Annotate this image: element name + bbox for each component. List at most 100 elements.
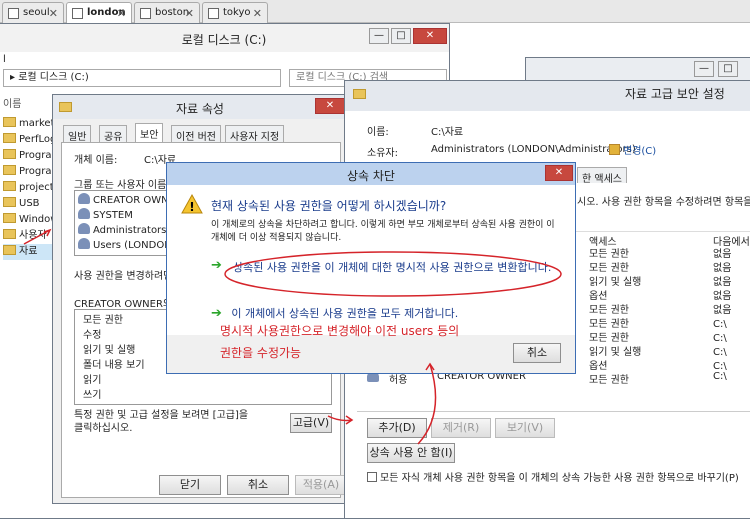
advanced-titlebar: 자료 고급 보안 설정	[345, 81, 750, 111]
list-item[interactable]: 자료	[3, 244, 53, 260]
tab-general[interactable]: 일반	[63, 125, 92, 143]
properties-titlebar: 자료 속성 ✕	[53, 95, 347, 119]
close-icon[interactable]: ✕	[253, 7, 262, 20]
list-item[interactable]: PerfLogs	[3, 132, 53, 148]
shield-icon	[609, 144, 620, 155]
convert-inherited-option[interactable]: ➔ 상속된 사용 권한을 이 개체에 대한 명시적 사용 권한으로 변환합니다.	[211, 258, 563, 298]
add-button[interactable]: 추가(D)	[367, 418, 427, 438]
change-permissions-text: 사용 권한을 변경하려면	[74, 271, 173, 282]
table-row[interactable]: 모든 권한 C:\	[589, 331, 750, 345]
folder-icon	[3, 197, 16, 207]
list-item[interactable]: 사용자	[3, 228, 53, 244]
table-row[interactable]: 옵션 없음	[589, 289, 750, 303]
modal-cancel-button[interactable]: 취소	[513, 343, 561, 363]
table-row[interactable]: 읽기 및 실행 C:\	[589, 345, 750, 359]
annotation-note-line1: 명시적 사용권한으로 변경해야 이전 users 등의	[220, 324, 460, 338]
table-row[interactable]: 모든 권한 없음	[589, 303, 750, 317]
browser-tab-strip: seoul ✕ london ✕ boston ✕ tokyo ✕	[0, 0, 750, 23]
replace-child-permissions[interactable]: 모든 자식 개체 사용 권한 항목을 이 개체의 상속 가능한 사용 권한 항목…	[367, 469, 750, 484]
folder-list: marketing PerfLogs Program Program proje…	[3, 116, 53, 260]
list-item[interactable]: project	[3, 180, 53, 196]
tab-security[interactable]: 보안	[135, 123, 164, 142]
folder-icon	[3, 213, 16, 223]
user-icon	[78, 193, 90, 204]
name-value: C:\자료	[431, 127, 464, 138]
close-icon[interactable]: ✕	[117, 7, 126, 20]
explorer-titlebar: 로컬 디스크 (C:) — □ ✕	[0, 24, 449, 52]
folder-icon	[3, 229, 16, 239]
table-row[interactable]: 모든 권한 C:\	[589, 317, 750, 331]
vm-icon	[208, 8, 219, 19]
folder-icon	[3, 165, 16, 175]
list-item[interactable]: marketing	[3, 116, 53, 132]
column-access[interactable]: 액세스	[589, 233, 617, 248]
list-item[interactable]: USB	[3, 196, 53, 212]
tab-customize[interactable]: 사용자 지정	[225, 125, 285, 143]
svg-text:!: !	[189, 200, 194, 214]
table-row[interactable]: 모든 권한 없음	[589, 261, 750, 275]
user-icon	[78, 238, 90, 249]
explorer-menu-remnant: ⅼ	[3, 54, 6, 65]
remove-button[interactable]: 제거(R)	[431, 418, 491, 438]
name-label: 이름:	[367, 127, 389, 138]
view-button[interactable]: 보기(V)	[495, 418, 555, 438]
vm-icon	[72, 8, 83, 19]
ok-button[interactable]: 닫기	[159, 475, 221, 495]
remove-inherited-option[interactable]: ➔ 이 개체에서 상속된 사용 권한을 모두 제거합니다.	[211, 305, 563, 321]
tab-previous-versions[interactable]: 이전 버전	[171, 125, 221, 143]
column-inherited-from[interactable]: 다음에서	[713, 233, 750, 248]
folder-icon	[3, 181, 16, 191]
list-item[interactable]: Windows	[3, 212, 53, 228]
advanced-help-text: 특정 권한 및 고급 설정을 보려면 [고급]을 클릭하십시오.	[74, 410, 249, 434]
block-inheritance-dialog: 상속 차단 ✕ ! 현재 상속된 사용 권한을 어떻게 하시겠습니까? 이 개체…	[166, 162, 576, 374]
advanced-button[interactable]: 고급(V)	[290, 413, 332, 433]
maximize-button[interactable]: □	[718, 61, 738, 77]
modal-description: 이 개체로의 상속을 차단하려고 합니다. 이렇게 하면 부모 개체로부터 상속…	[211, 220, 555, 243]
list-item[interactable]: Program	[3, 148, 53, 164]
owner-label: 소유자:	[367, 148, 398, 159]
folder-icon	[59, 102, 72, 112]
browser-tab-boston[interactable]: boston ✕	[134, 2, 200, 23]
close-button[interactable]: ✕	[413, 28, 447, 44]
cancel-button[interactable]: 취소	[227, 475, 289, 495]
properties-tabs: 일반 공유 보안 이전 버전 사용자 지정	[61, 123, 341, 143]
table-row[interactable]: 모든 권한 없음	[589, 247, 750, 261]
advanced-titlebar-top: — □	[525, 57, 750, 81]
modal-question: 현재 상속된 사용 권한을 어떻게 하시겠습니까?	[211, 199, 447, 213]
close-button[interactable]: ✕	[545, 165, 573, 181]
folder-icon	[3, 149, 16, 159]
apply-button[interactable]: 적용(A)	[295, 475, 347, 495]
vm-icon	[140, 8, 151, 19]
disable-inheritance-button[interactable]: 상속 사용 안 함(I)	[367, 443, 455, 463]
folder-icon	[3, 245, 16, 255]
change-owner-link[interactable]: 변경(C)	[609, 142, 656, 157]
arrow-right-icon: ➔	[211, 258, 222, 273]
tab-sharing[interactable]: 공유	[99, 125, 128, 143]
list-item[interactable]: Program	[3, 164, 53, 180]
close-button[interactable]: ✕	[315, 98, 345, 114]
permissions-description: 시오. 사용 권한 항목을 수정하려면 항목을 선	[577, 197, 750, 208]
browser-tab-seoul[interactable]: seoul ✕	[2, 2, 64, 23]
browser-tab-tokyo[interactable]: tokyo ✕	[202, 2, 268, 23]
user-icon	[78, 208, 90, 219]
folder-icon	[353, 89, 366, 99]
checkbox[interactable]	[367, 472, 377, 482]
maximize-button[interactable]: □	[391, 28, 411, 44]
owner-value: Administrators (LONDON\Administrators)	[431, 144, 636, 155]
minimize-button[interactable]: —	[694, 61, 714, 77]
minimize-button[interactable]: —	[369, 28, 389, 44]
permission-entries: 모든 권한 없음 모든 권한 없음 읽기 및 실행 없음 옵션 없음 모든 권한 없음 모…	[589, 247, 750, 373]
tab-effective-access[interactable]: 한 액세스	[577, 167, 627, 185]
folder-icon	[3, 133, 16, 143]
list-item: 읽기	[83, 375, 102, 386]
close-icon[interactable]: ✕	[49, 7, 58, 20]
table-row[interactable]: 읽기 및 실행 없음	[589, 275, 750, 289]
object-name-label: 개체 이름:	[74, 155, 118, 166]
close-icon[interactable]: ✕	[185, 7, 194, 20]
arrow-right-icon: ➔	[211, 306, 222, 321]
name-column-header[interactable]: 이름	[3, 95, 21, 110]
browser-tab-london[interactable]: london ✕	[66, 2, 132, 23]
folder-icon	[3, 117, 16, 127]
address-bar[interactable]: ▸ 로컬 디스크 (C:)	[3, 69, 281, 87]
annotation-note-line2: 권한을 수정가능	[220, 346, 302, 360]
